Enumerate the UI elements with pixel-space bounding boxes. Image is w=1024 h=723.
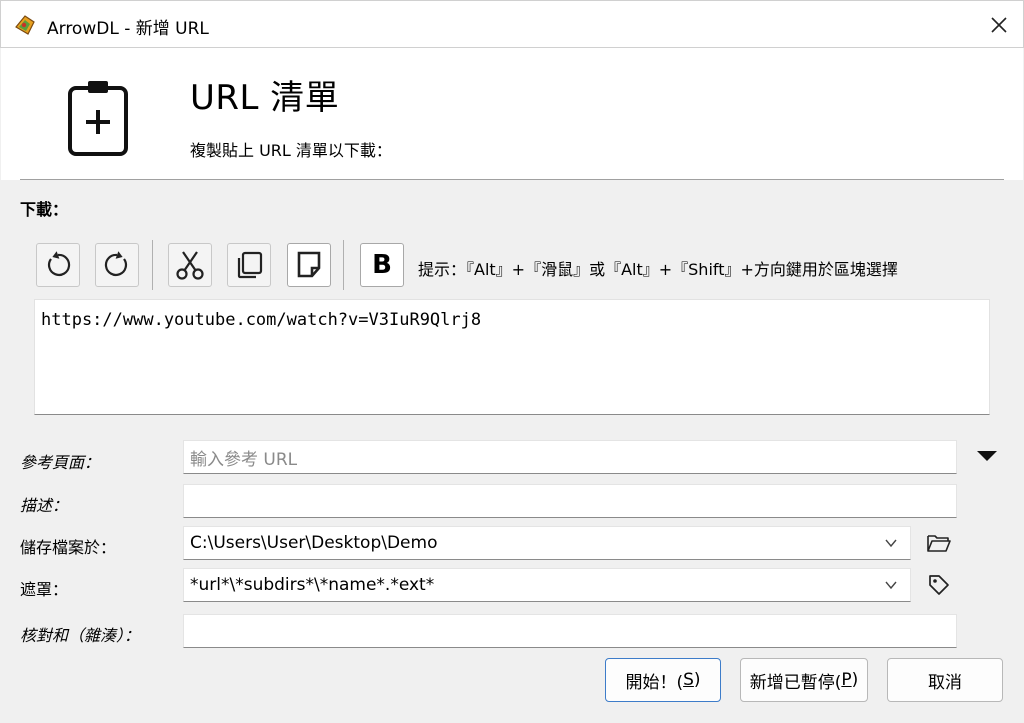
undo-button[interactable] — [36, 243, 80, 287]
mask-value: *url*\*subdirs*\*name*.*ext* — [190, 575, 435, 595]
description-input[interactable] — [183, 484, 957, 518]
save-to-combobox[interactable]: C:\Users\User\Desktop\Demo — [183, 526, 911, 560]
page-subtitle: 複製貼上 URL 清單以下載： — [190, 141, 392, 160]
tag-icon — [929, 575, 949, 595]
clipboard-plus-icon — [68, 81, 128, 156]
chevron-down-icon[interactable] — [884, 578, 898, 592]
triangle-down-icon — [977, 451, 997, 461]
add-paused-button-label: 新增已暫停( — [749, 672, 842, 693]
download-section-label: 下載： — [20, 200, 69, 219]
redo-icon — [104, 251, 127, 276]
referrer-input[interactable]: 輸入參考 URL — [183, 440, 957, 474]
cancel-button-label: 取消 — [928, 672, 962, 693]
undo-icon — [48, 251, 71, 276]
referrer-dropdown-button[interactable] — [973, 442, 1001, 470]
redo-button[interactable] — [95, 243, 139, 287]
description-label: 描述： — [20, 496, 69, 515]
paste-icon — [297, 251, 321, 278]
add-paused-button[interactable]: 新增已暫停(P) — [740, 658, 868, 702]
dialog-header — [1, 48, 1023, 180]
copy-icon — [237, 251, 263, 279]
save-to-label: 儲存檔案於： — [20, 538, 117, 557]
cancel-button[interactable]: 取消 — [887, 658, 1003, 702]
header-divider — [20, 179, 1004, 180]
folder-icon — [927, 535, 951, 552]
save-to-value: C:\Users\User\Desktop\Demo — [190, 533, 438, 553]
close-button[interactable] — [977, 7, 1021, 43]
mask-combobox[interactable]: *url*\*subdirs*\*name*.*ext* — [183, 568, 911, 602]
referrer-placeholder: 輸入參考 URL — [190, 449, 298, 470]
toolbar-hint: 提示：『Alt』+『滑鼠』或『Alt』+『Shift』+方向鍵用於區塊選擇 — [418, 260, 898, 279]
url-list-textarea[interactable]: https://www.youtube.com/watch?v=V3IuR9Ql… — [34, 299, 990, 415]
arrowdl-app-icon — [15, 15, 35, 35]
cut-icon — [176, 251, 204, 280]
add-paused-button-mnemonic: P — [841, 670, 852, 690]
bold-icon: B — [372, 250, 392, 280]
title-bar: ArrowDL - 新增 URL — [0, 0, 1024, 48]
start-button-label: 開始！( — [625, 672, 684, 693]
checksum-label: 核對和（雜湊）： — [20, 626, 141, 645]
page-title: URL 清單 — [190, 78, 340, 118]
window-title: ArrowDL - 新增 URL — [47, 19, 209, 39]
start-button-mnemonic: S — [683, 670, 694, 690]
start-button[interactable]: 開始！(S) — [605, 658, 721, 702]
referrer-label: 參考頁面： — [20, 453, 101, 472]
paste-button[interactable] — [287, 243, 331, 287]
bold-button[interactable]: B — [360, 243, 404, 287]
checksum-input[interactable] — [183, 614, 957, 648]
close-icon — [991, 17, 1007, 33]
browse-folder-button[interactable] — [925, 529, 953, 557]
add-paused-button-suffix: ) — [851, 670, 859, 690]
copy-button[interactable] — [227, 243, 271, 287]
chevron-down-icon[interactable] — [884, 536, 898, 550]
cut-button[interactable] — [168, 243, 212, 287]
start-button-suffix: ) — [693, 670, 701, 690]
toolbar-divider — [152, 240, 153, 290]
mask-label: 遮罩： — [20, 580, 69, 599]
toolbar-divider — [343, 240, 344, 290]
tag-button[interactable] — [925, 571, 953, 599]
